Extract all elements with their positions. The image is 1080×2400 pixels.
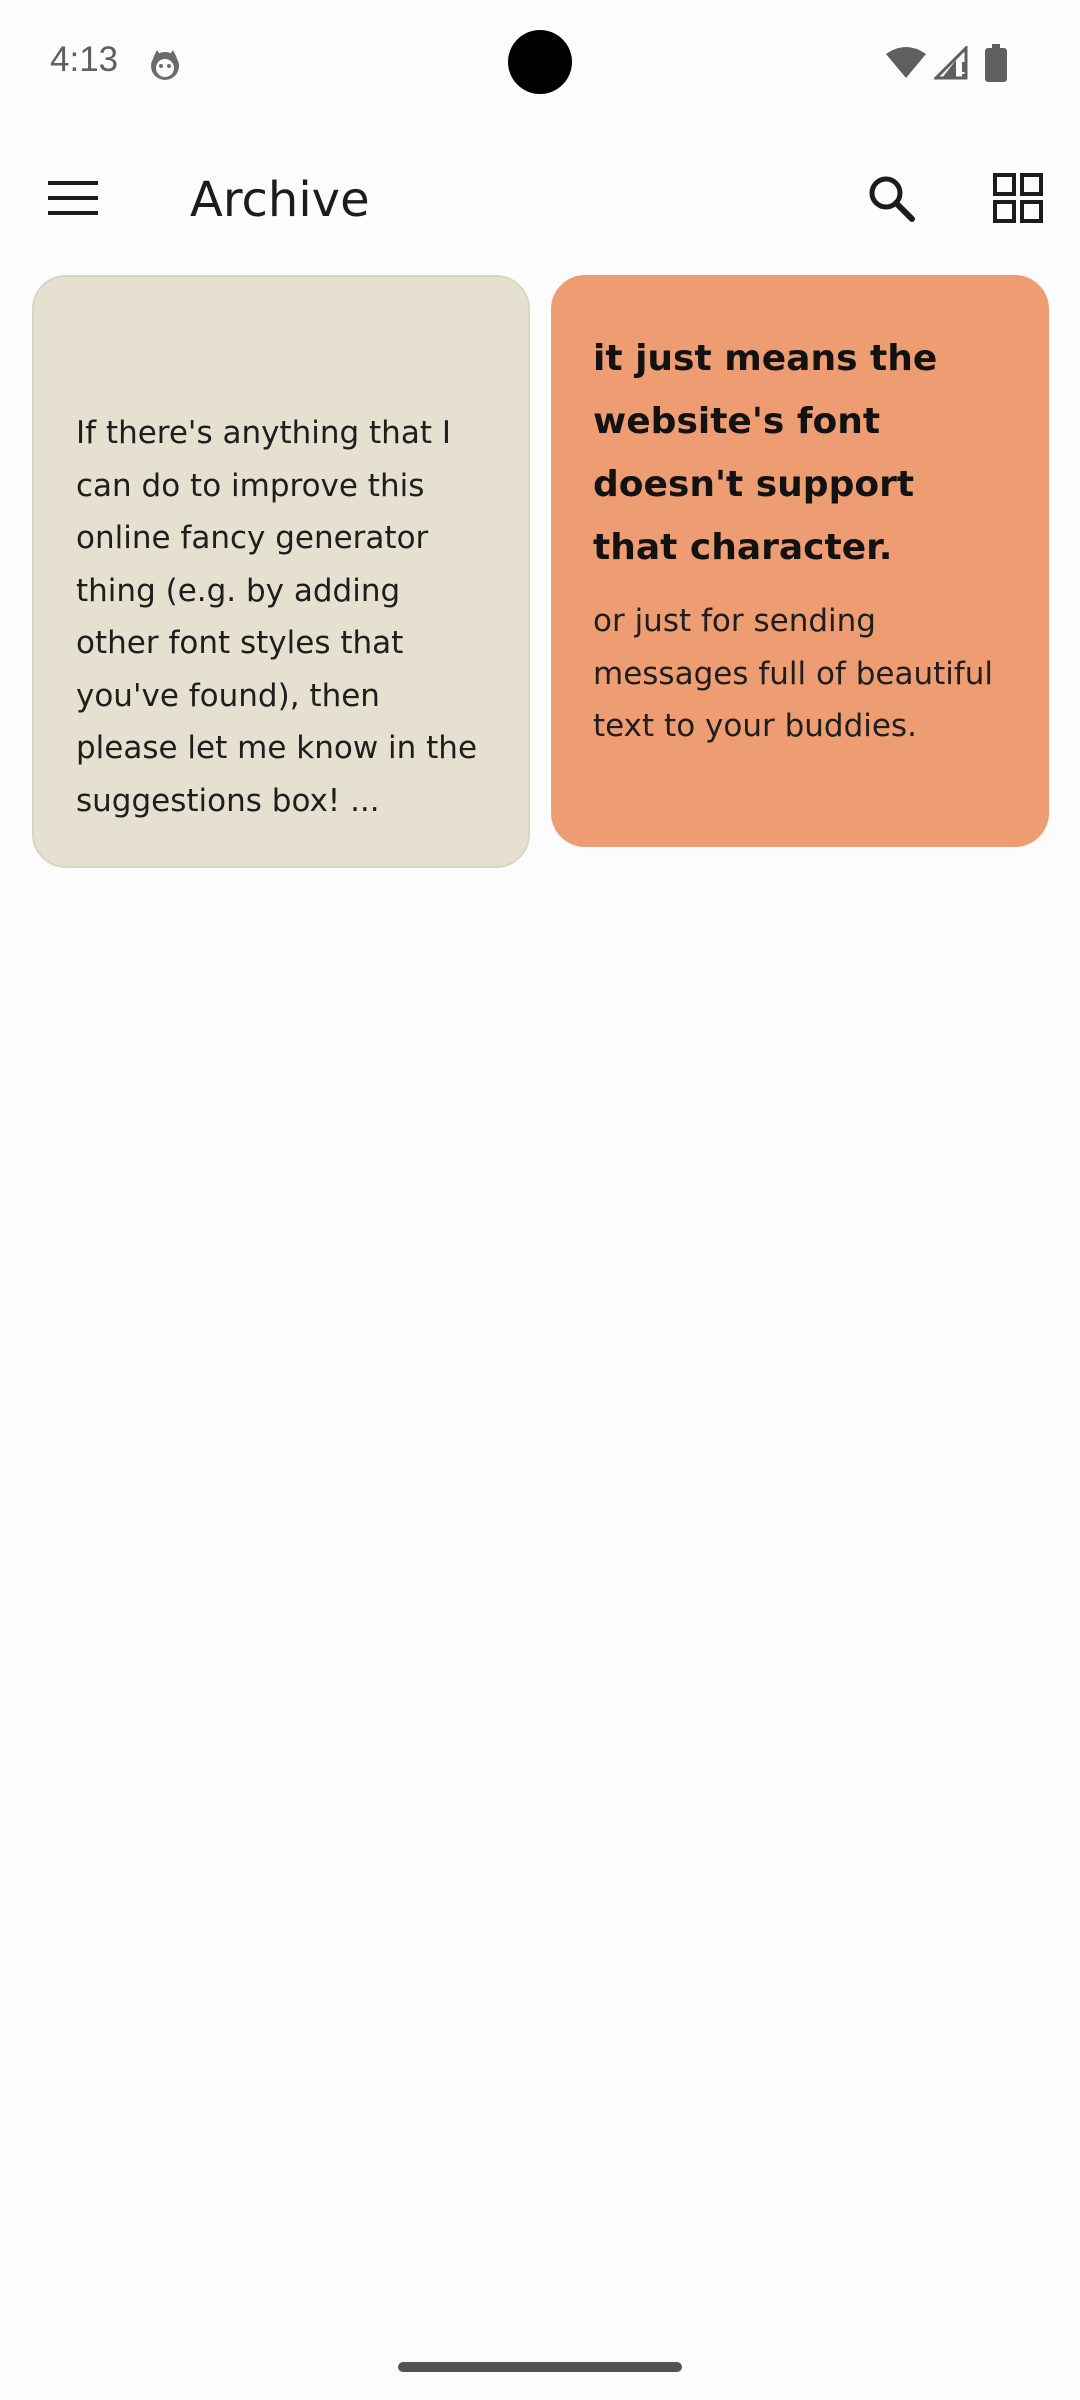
android-cat-icon — [148, 48, 182, 82]
battery-icon — [985, 44, 1007, 82]
hamburger-menu-icon — [48, 181, 98, 219]
menu-button[interactable] — [34, 168, 112, 232]
note-body: or just for sending messages full of bea… — [593, 603, 994, 744]
status-time: 4:13 — [50, 40, 119, 79]
top-app-bar: Archive — [0, 140, 1080, 260]
search-button[interactable] — [855, 168, 927, 232]
note-card[interactable]: it just means the website's font doesn't… — [551, 275, 1049, 847]
signal-icon — [932, 44, 968, 80]
note-title: it just means the website's font doesn't… — [593, 338, 938, 568]
camera-cutout — [508, 30, 572, 94]
wifi-icon — [886, 46, 926, 80]
gesture-nav-handle[interactable] — [398, 2362, 682, 2372]
layout-toggle-button[interactable] — [982, 168, 1054, 232]
grid-view-icon — [993, 173, 1043, 227]
status-bar: 4:13 — [0, 0, 1080, 130]
note-card[interactable]: If there's anything that I can do to imp… — [32, 275, 530, 868]
page-title: Archive — [190, 172, 370, 228]
note-body: If there's anything that I can do to imp… — [76, 415, 478, 819]
search-icon — [867, 174, 915, 226]
